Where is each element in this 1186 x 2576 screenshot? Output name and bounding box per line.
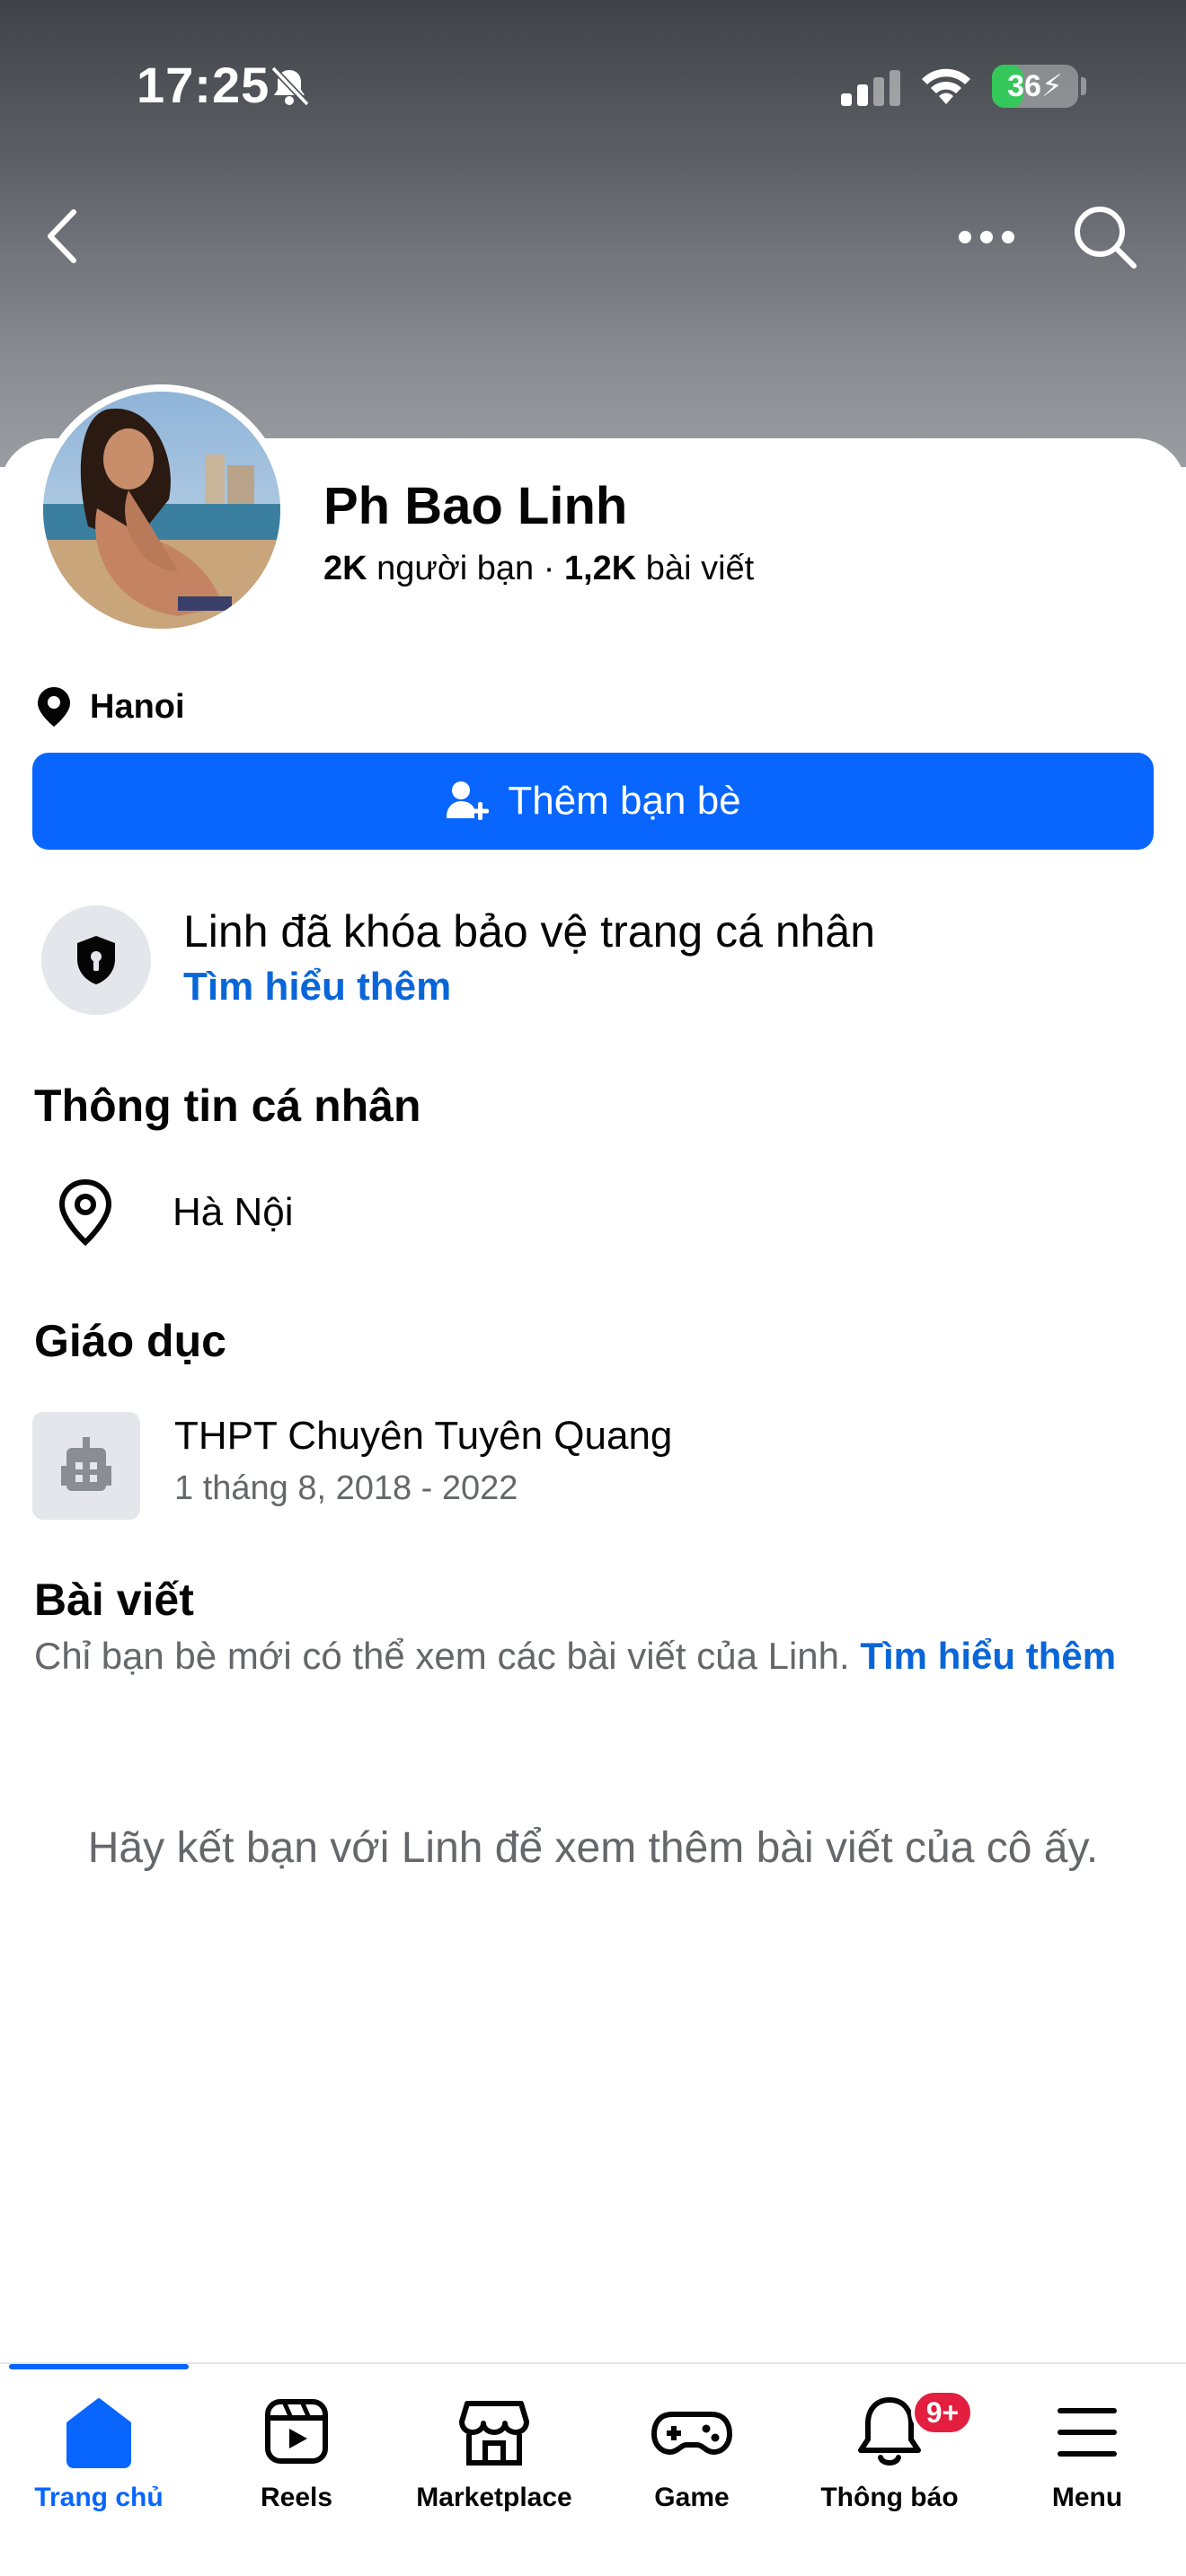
avatar-photo <box>43 392 280 629</box>
status-time: 17:25 <box>137 57 270 113</box>
profile-name: Ph Bao Linh <box>323 477 628 535</box>
back-arrow-icon[interactable] <box>36 205 90 268</box>
battery-level-text: 36⚡ <box>1007 69 1063 103</box>
status-bar: 17:25 36⚡ <box>0 0 1186 171</box>
education-heading: Giáo dục <box>34 1316 226 1366</box>
game-controller-icon <box>651 2412 733 2456</box>
profile-page: 17:25 36⚡ Ph Bao Linh 2K người bạn · 1,2… <box>0 0 1186 2576</box>
posts-note-text: Chỉ bạn bè mới có thể xem các bài viết c… <box>34 1635 850 1677</box>
school-name: THPT Chuyên Tuyên Quang <box>174 1414 673 1458</box>
learn-more-link[interactable]: Tìm hiểu thêm <box>183 965 451 1010</box>
posts-heading: Bài viết <box>34 1575 194 1625</box>
tab-game-label: Game <box>654 2483 730 2512</box>
cellular-signal-icon <box>841 70 900 106</box>
lock-shield-badge <box>41 905 151 1015</box>
bell-off-icon <box>270 66 310 107</box>
battery-indicator: 36⚡ <box>992 65 1078 108</box>
search-icon[interactable] <box>1069 201 1139 271</box>
battery-cap <box>1081 77 1086 95</box>
profile-stats: 2K người bạn · 1,2K bài viết <box>323 550 754 588</box>
marketplace-icon <box>459 2401 529 2466</box>
hamburger-menu-icon <box>1058 2408 1117 2457</box>
tab-reels-label: Reels <box>260 2483 333 2512</box>
school-building-icon <box>61 1437 111 1491</box>
home-icon <box>66 2398 131 2468</box>
wifi-icon <box>922 68 970 104</box>
tab-menu-label: Menu <box>1051 2483 1123 2512</box>
stats-separator: · <box>543 550 555 587</box>
posts-count: 1,2K <box>563 550 637 587</box>
education-entry[interactable]: THPT Chuyên Tuyên Quang 1 tháng 8, 2018 … <box>32 1412 1146 1520</box>
location-pin-icon <box>38 687 70 727</box>
tab-marketplace[interactable]: Marketplace <box>395 2387 593 2522</box>
reels-icon <box>265 2399 328 2464</box>
personal-info-heading: Thông tin cá nhân <box>34 1081 421 1131</box>
friends-label[interactable]: người bạn <box>376 550 534 587</box>
tab-notifications[interactable]: 9+ Thông báo <box>791 2387 988 2522</box>
tab-notifications-label: Thông báo <box>820 2483 959 2512</box>
tab-game[interactable]: Game <box>593 2387 791 2522</box>
avatar[interactable] <box>43 392 280 629</box>
add-friend-button[interactable]: Thêm bạn bè <box>32 753 1154 850</box>
tab-home[interactable]: Trang chủ <box>0 2387 198 2522</box>
friends-count[interactable]: 2K <box>323 550 367 587</box>
posts-empty-message: Hãy kết bạn với Linh để xem thêm bài viế… <box>87 1824 1099 1872</box>
tab-reels[interactable]: Reels <box>198 2387 395 2522</box>
more-options-icon[interactable] <box>952 208 1021 266</box>
active-tab-indicator <box>9 2364 189 2369</box>
add-friend-label: Thêm bạn bè <box>508 779 741 823</box>
posts-privacy-note: Chỉ bạn bè mới có thể xem các bài viết c… <box>34 1629 1157 1683</box>
tab-menu[interactable]: Menu <box>988 2387 1186 2522</box>
location-outline-icon <box>58 1178 112 1247</box>
tab-marketplace-label: Marketplace <box>416 2483 572 2512</box>
posts-label: bài viết <box>645 550 755 587</box>
location-text: Hanoi <box>90 687 185 726</box>
add-person-icon <box>447 781 490 820</box>
lock-notice-title: Linh đã khóa bảo vệ trang cá nhân <box>183 906 876 957</box>
city-info-row: Hà Nội <box>54 1177 294 1248</box>
posts-learn-more-link[interactable]: Tìm hiểu thêm <box>860 1635 1116 1677</box>
school-placeholder <box>32 1412 140 1520</box>
notifications-badge: 9+ <box>911 2389 974 2436</box>
tab-home-label: Trang chủ <box>34 2483 164 2512</box>
city-text: Hà Nội <box>173 1190 294 1234</box>
profile-lock-notice: Linh đã khóa bảo vệ trang cá nhân Tìm hi… <box>41 905 1155 1015</box>
shield-lock-icon <box>77 936 115 984</box>
bottom-tab-bar: Trang chủ Reels Marketplace Game 9+ Thôn… <box>0 2362 1186 2576</box>
school-period: 1 tháng 8, 2018 - 2022 <box>174 1469 518 1507</box>
location-row: Hanoi <box>34 683 185 731</box>
